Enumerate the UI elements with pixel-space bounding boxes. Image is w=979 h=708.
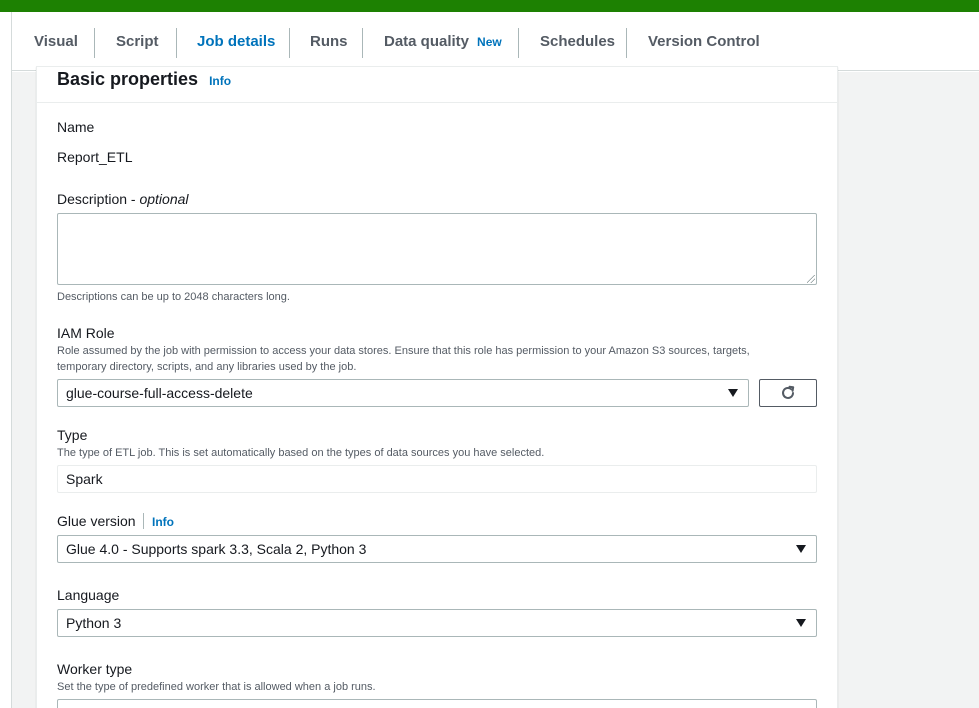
type-field: Spark — [57, 465, 817, 493]
panel-title: Basic properties Info — [57, 69, 231, 90]
glue-version-label: Glue version — [57, 513, 136, 529]
caret-down-icon — [796, 545, 806, 553]
panel-header: Basic properties Info — [37, 67, 837, 103]
iam-role-select[interactable]: glue-course-full-access-delete — [57, 379, 749, 407]
tab-data-quality[interactable]: Data quality New — [384, 12, 502, 71]
tab-separator — [518, 28, 519, 58]
name-value: Report_ETL — [57, 149, 133, 165]
panel-title-text: Basic properties — [57, 69, 199, 89]
language-label: Language — [57, 587, 120, 603]
worker-type-hint: Set the type of predefined worker that i… — [57, 681, 376, 693]
iam-role-value: glue-course-full-access-delete — [66, 385, 253, 401]
tab-job-details[interactable]: Job details — [175, 12, 296, 72]
tab-label: Runs — [310, 33, 348, 50]
refresh-icon — [782, 385, 795, 399]
refresh-button[interactable] — [759, 379, 817, 407]
description-label-text: Description - — [57, 191, 140, 207]
iam-role-hint: Role assumed by the job with permission … — [57, 345, 750, 373]
language-select[interactable]: Python 3 — [57, 609, 817, 637]
tab-separator — [626, 28, 627, 58]
tab-separator — [176, 28, 177, 58]
tab-script[interactable]: Script — [116, 12, 159, 71]
description-hint: Descriptions can be up to 2048 character… — [57, 291, 290, 303]
tab-label: Visual — [34, 33, 78, 50]
job-editor: Visual Script Job details Runs Data qual… — [11, 12, 979, 708]
tab-label: Version Control — [648, 33, 760, 50]
type-label: Type — [57, 427, 88, 443]
tab-label: Job details — [197, 33, 276, 50]
glue-version-info-link[interactable]: Info — [152, 515, 174, 529]
info-link[interactable]: Info — [209, 74, 231, 88]
tab-version-control[interactable]: Version Control — [648, 12, 760, 71]
type-hint: The type of ETL job. This is set automat… — [57, 447, 545, 459]
tab-visual[interactable]: Visual — [34, 12, 78, 71]
worker-type-label: Worker type — [57, 661, 133, 677]
new-badge: New — [477, 34, 502, 49]
glue-version-value: Glue 4.0 - Supports spark 3.3, Scala 2, … — [66, 541, 367, 557]
worker-type-select[interactable] — [57, 699, 817, 708]
caret-down-icon — [796, 619, 806, 627]
type-value: Spark — [66, 471, 103, 487]
language-value: Python 3 — [66, 615, 122, 631]
tab-label: Schedules — [540, 33, 616, 50]
basic-properties-panel: Basic properties Info Name Report_ETL De… — [36, 66, 838, 708]
top-status-bar — [0, 0, 979, 12]
description-textarea[interactable] — [57, 213, 817, 285]
iam-role-label: IAM Role — [57, 325, 115, 341]
optional-text: optional — [139, 191, 189, 207]
name-label: Name — [57, 119, 95, 135]
tab-schedules[interactable]: Schedules — [540, 12, 615, 71]
tab-separator — [289, 28, 290, 58]
description-label: Description - optional — [57, 191, 189, 207]
resize-handle[interactable] — [807, 275, 815, 283]
caret-down-icon — [728, 389, 738, 397]
tab-separator — [94, 28, 95, 58]
label-separator — [143, 513, 144, 529]
tab-bar: Visual Script Job details Runs Data qual… — [12, 12, 979, 72]
glue-version-select[interactable]: Glue 4.0 - Supports spark 3.3, Scala 2, … — [57, 535, 817, 563]
tab-label: Data quality — [384, 33, 470, 50]
tab-runs[interactable]: Runs — [310, 12, 348, 71]
job-details-content: Basic properties Info Name Report_ETL De… — [12, 66, 979, 708]
tab-separator — [362, 28, 363, 58]
tab-label: Script — [116, 33, 159, 50]
